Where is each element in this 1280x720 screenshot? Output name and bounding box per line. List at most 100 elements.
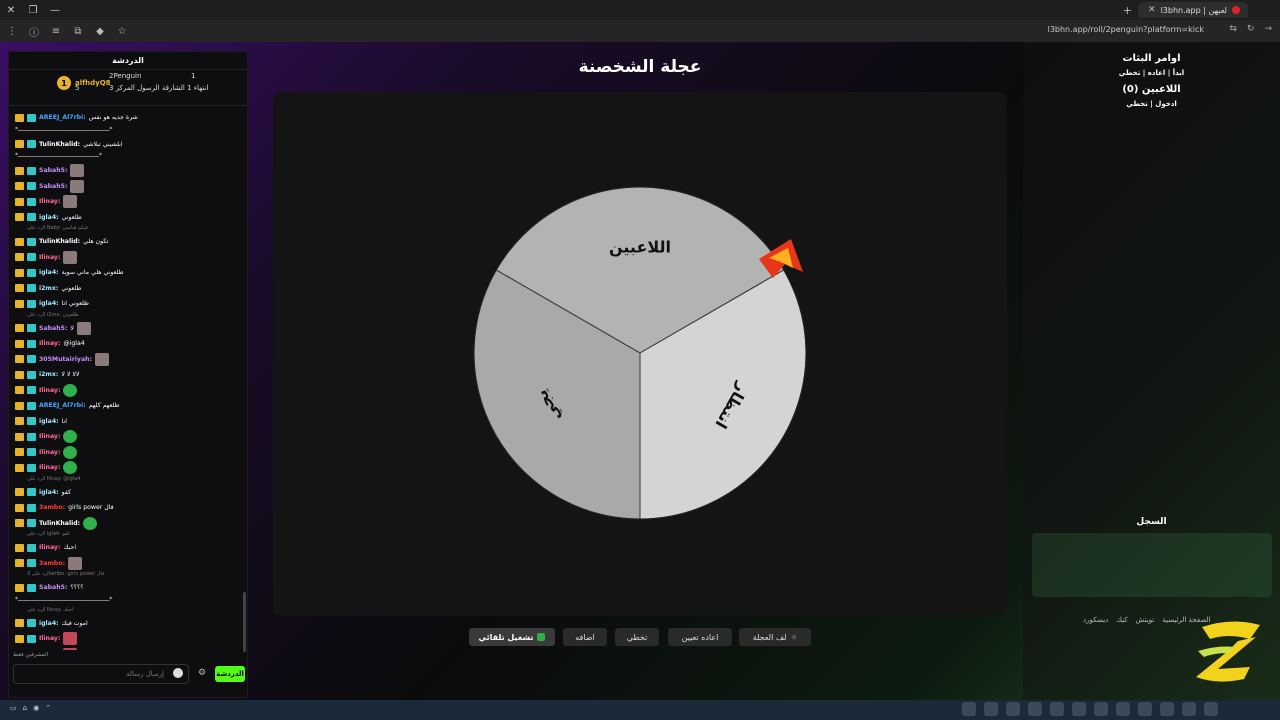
bookmark-star-icon[interactable]: ☆ xyxy=(116,26,128,37)
chat-message[interactable]: Ilinay: احبك xyxy=(15,540,241,556)
taskbar-app-icon[interactable] xyxy=(1072,702,1086,716)
minimize-window-icon[interactable]: — xyxy=(44,0,66,20)
chat-username[interactable]: 3ambo: xyxy=(39,560,65,567)
chat-username[interactable]: igla4: xyxy=(39,620,59,627)
chat-username[interactable]: Ilinay: xyxy=(39,198,60,205)
chat-message[interactable]: Sabah5: xyxy=(15,163,241,179)
tune-icon[interactable]: ≡ xyxy=(50,26,62,37)
info-icon[interactable]: ⓘ xyxy=(28,24,40,39)
chat-message[interactable]: igla4: طلعوني هلي ماني سوية xyxy=(15,265,241,281)
share-icon[interactable]: ⧉ xyxy=(72,26,84,37)
spin-button[interactable]: لف العجلة ✳ xyxy=(739,628,811,646)
chat-username[interactable]: Ilinay: xyxy=(39,340,60,347)
forward-icon[interactable]: → xyxy=(1264,24,1272,34)
restore-window-icon[interactable]: ❐ xyxy=(22,0,44,20)
send-chat-button[interactable]: الدردشة xyxy=(215,666,245,682)
volume-icon[interactable]: ◉ xyxy=(33,704,39,712)
chat-username[interactable]: Sabah5: xyxy=(39,325,67,332)
close-tab-icon[interactable]: ✕ xyxy=(1148,5,1156,15)
chat-message[interactable]: 305Mutairiyah: xyxy=(15,352,241,368)
footer-link-kick[interactable]: كيك xyxy=(1116,616,1127,624)
chat-message[interactable]: Ilinay: xyxy=(15,194,241,210)
chat-message[interactable]: AREEJ_Al7rbi: شرة جديه هو نفس xyxy=(15,110,241,126)
chat-message[interactable]: i2mx: لالا لا لا xyxy=(15,367,241,383)
chat-scrollbar[interactable] xyxy=(243,592,246,652)
emoji-icon[interactable] xyxy=(173,668,183,678)
taskbar-app-icon[interactable] xyxy=(984,702,998,716)
tray-up-icon[interactable]: ⌃ xyxy=(45,704,51,712)
chat-message[interactable]: igla4: انا xyxy=(15,414,241,430)
network-icon[interactable]: ⌂ xyxy=(23,704,27,712)
chat-message[interactable]: Sabah5: xyxy=(15,179,241,195)
taskbar-app-icon[interactable] xyxy=(1006,702,1020,716)
taskbar-app-icon[interactable] xyxy=(1204,702,1218,716)
reset-button[interactable]: اعاده تعيين xyxy=(668,628,732,646)
chat-username[interactable]: 3ambo: xyxy=(39,504,65,511)
close-window-icon[interactable]: ✕ xyxy=(0,0,22,20)
message-list[interactable]: AREEJ_Al7rbi: شرة جديه هو نفس *ـــــــــــ… xyxy=(9,108,247,650)
diamond-icon[interactable]: ◆ xyxy=(94,26,106,37)
chat-username[interactable]: igla4: xyxy=(39,214,59,221)
chat-message[interactable]: 3ambo: xyxy=(15,556,241,572)
taskbar-app-icon[interactable] xyxy=(1116,702,1130,716)
url-field[interactable]: l3bhn.app/roll/2penguin?platform=kick xyxy=(1048,25,1204,34)
chat-message[interactable]: 3ambo: girls power فال xyxy=(15,500,241,516)
auto-play-toggle[interactable]: تشغيل تلقائي xyxy=(469,628,555,646)
site-settings-icon[interactable]: ⇆ xyxy=(1229,24,1237,34)
chat-message[interactable]: Ilinay: xyxy=(15,460,241,476)
chat-message[interactable]: Ilinay: xyxy=(15,429,241,445)
chat-username[interactable]: Sabah5: xyxy=(39,183,67,190)
notification-icon[interactable]: ▭ xyxy=(10,704,17,712)
chat-username[interactable]: Sabah5: xyxy=(39,167,67,174)
chat-input[interactable]: إرسال رسالة xyxy=(13,664,189,684)
spin-wheel[interactable]: اللاعبينانتظاريجي xyxy=(473,186,813,526)
chat-username[interactable]: TulinKhalid: xyxy=(39,141,80,148)
footer-link-twitch[interactable]: تويتش xyxy=(1136,616,1155,624)
chat-message[interactable]: TulinKhalid: ابلشيني تبلاشي xyxy=(15,137,241,153)
chat-message[interactable]: AREEJ_Al7rbi: طلعهم كلهم xyxy=(15,398,241,414)
taskbar-app-icon[interactable] xyxy=(1050,702,1064,716)
chat-message[interactable]: i2mx: طلعوني xyxy=(15,281,241,297)
chat-username[interactable]: TulinKhalid: xyxy=(39,520,80,527)
chat-username[interactable]: AREEJ_Al7rbi: xyxy=(39,402,86,409)
add-button[interactable]: اضافه xyxy=(563,628,607,646)
chat-message[interactable]: igla4: كفو xyxy=(15,485,241,501)
chat-username[interactable]: Ilinay: xyxy=(39,464,60,471)
chat-message[interactable]: Sabah5: ؟؟؟؟ xyxy=(15,580,241,596)
chat-username[interactable]: Ilinay: xyxy=(39,544,60,551)
chat-username[interactable]: 305Mutairiyah: xyxy=(39,356,92,363)
gear-icon[interactable]: ⚙ xyxy=(198,668,206,678)
chat-username[interactable]: igla4: xyxy=(39,489,59,496)
taskbar-app-icon[interactable] xyxy=(1160,702,1174,716)
chat-username[interactable]: Ilinay: xyxy=(39,387,60,394)
skip-button[interactable]: تخطي xyxy=(615,628,659,646)
chat-username[interactable]: i2mx: xyxy=(39,285,58,292)
chat-username[interactable]: Ilinay: xyxy=(39,254,60,261)
chat-message[interactable]: Ilinay: xyxy=(15,250,241,266)
chat-message[interactable]: Ilinay: @igla4 xyxy=(15,336,241,352)
chat-username[interactable]: igla4: xyxy=(39,418,59,425)
chat-username[interactable]: igla4: xyxy=(39,269,59,276)
chat-username[interactable]: Sabah5: xyxy=(39,584,67,591)
browser-tab[interactable]: ✕ l3bhn.app | لعبهن xyxy=(1138,2,1248,18)
chat-message[interactable]: igla4: اموت فيك xyxy=(15,616,241,632)
chat-username[interactable]: AREEJ_Al7rbi: xyxy=(39,114,86,121)
chat-message[interactable]: igla4: طلعوني xyxy=(15,210,241,226)
taskbar-app-icon[interactable] xyxy=(1138,702,1152,716)
chat-message[interactable]: TulinKhalid: تكون هلي xyxy=(15,234,241,250)
taskbar-app-icon[interactable] xyxy=(1182,702,1196,716)
chat-username[interactable]: Ilinay: xyxy=(39,433,60,440)
reload-icon[interactable]: ↻ xyxy=(1247,24,1255,34)
chat-message[interactable]: Ilinay: xyxy=(15,647,241,650)
extensions-icon[interactable]: ⋮ xyxy=(6,26,18,37)
chat-username[interactable]: TulinKhalid: xyxy=(39,238,80,245)
chat-username[interactable]: i2mx: xyxy=(39,371,58,378)
taskbar-app-icon[interactable] xyxy=(962,702,976,716)
chat-message[interactable]: TulinKhalid: xyxy=(15,516,241,532)
chat-message[interactable]: Ilinay: xyxy=(15,445,241,461)
chat-username[interactable]: igla4: xyxy=(39,300,59,307)
chat-message[interactable]: Ilinay: xyxy=(15,383,241,399)
taskbar-app-icon[interactable] xyxy=(1094,702,1108,716)
chat-message[interactable]: Ilinay: xyxy=(15,631,241,647)
chat-message[interactable]: igla4: طلعوني انا xyxy=(15,296,241,312)
